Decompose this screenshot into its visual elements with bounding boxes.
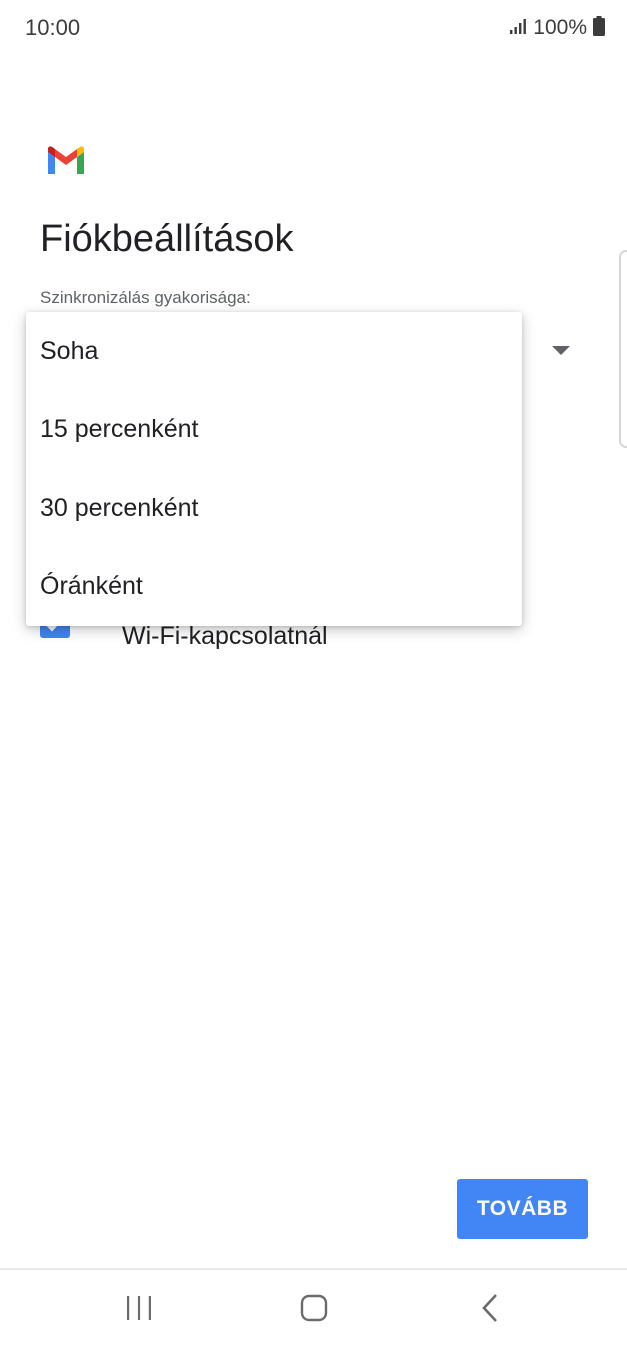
menu-item-never[interactable]: Soha — [26, 312, 522, 390]
sync-frequency-menu: Soha 15 percenként 30 percenként Óránkén… — [26, 312, 522, 626]
menu-item-30-minutes[interactable]: 30 percenként — [26, 469, 522, 547]
status-indicators: 100% — [509, 15, 605, 41]
battery-percent: 100% — [533, 16, 587, 39]
battery-icon — [593, 15, 605, 41]
wifi-checkbox-label: Wi-Fi-kapcsolatnál — [122, 622, 328, 650]
gmail-logo-icon — [46, 146, 86, 176]
status-time: 10:00 — [25, 15, 81, 40]
page-title: Fiókbeállítások — [40, 218, 294, 260]
system-nav-bar — [0, 1270, 627, 1346]
signal-icon — [509, 17, 527, 40]
side-edge-handle[interactable] — [619, 250, 627, 448]
back-icon[interactable] — [450, 1270, 530, 1346]
menu-item-hourly[interactable]: Óránként — [26, 547, 522, 625]
dropdown-arrow-icon[interactable] — [552, 346, 570, 355]
status-bar: 10:00 100% — [0, 0, 627, 56]
sync-frequency-label: Szinkronizálás gyakorisága: — [40, 288, 251, 307]
home-icon[interactable] — [274, 1270, 354, 1346]
recent-apps-icon[interactable] — [99, 1270, 179, 1346]
next-button[interactable]: TOVÁBB — [457, 1179, 588, 1239]
menu-item-15-minutes[interactable]: 15 percenként — [26, 390, 522, 468]
